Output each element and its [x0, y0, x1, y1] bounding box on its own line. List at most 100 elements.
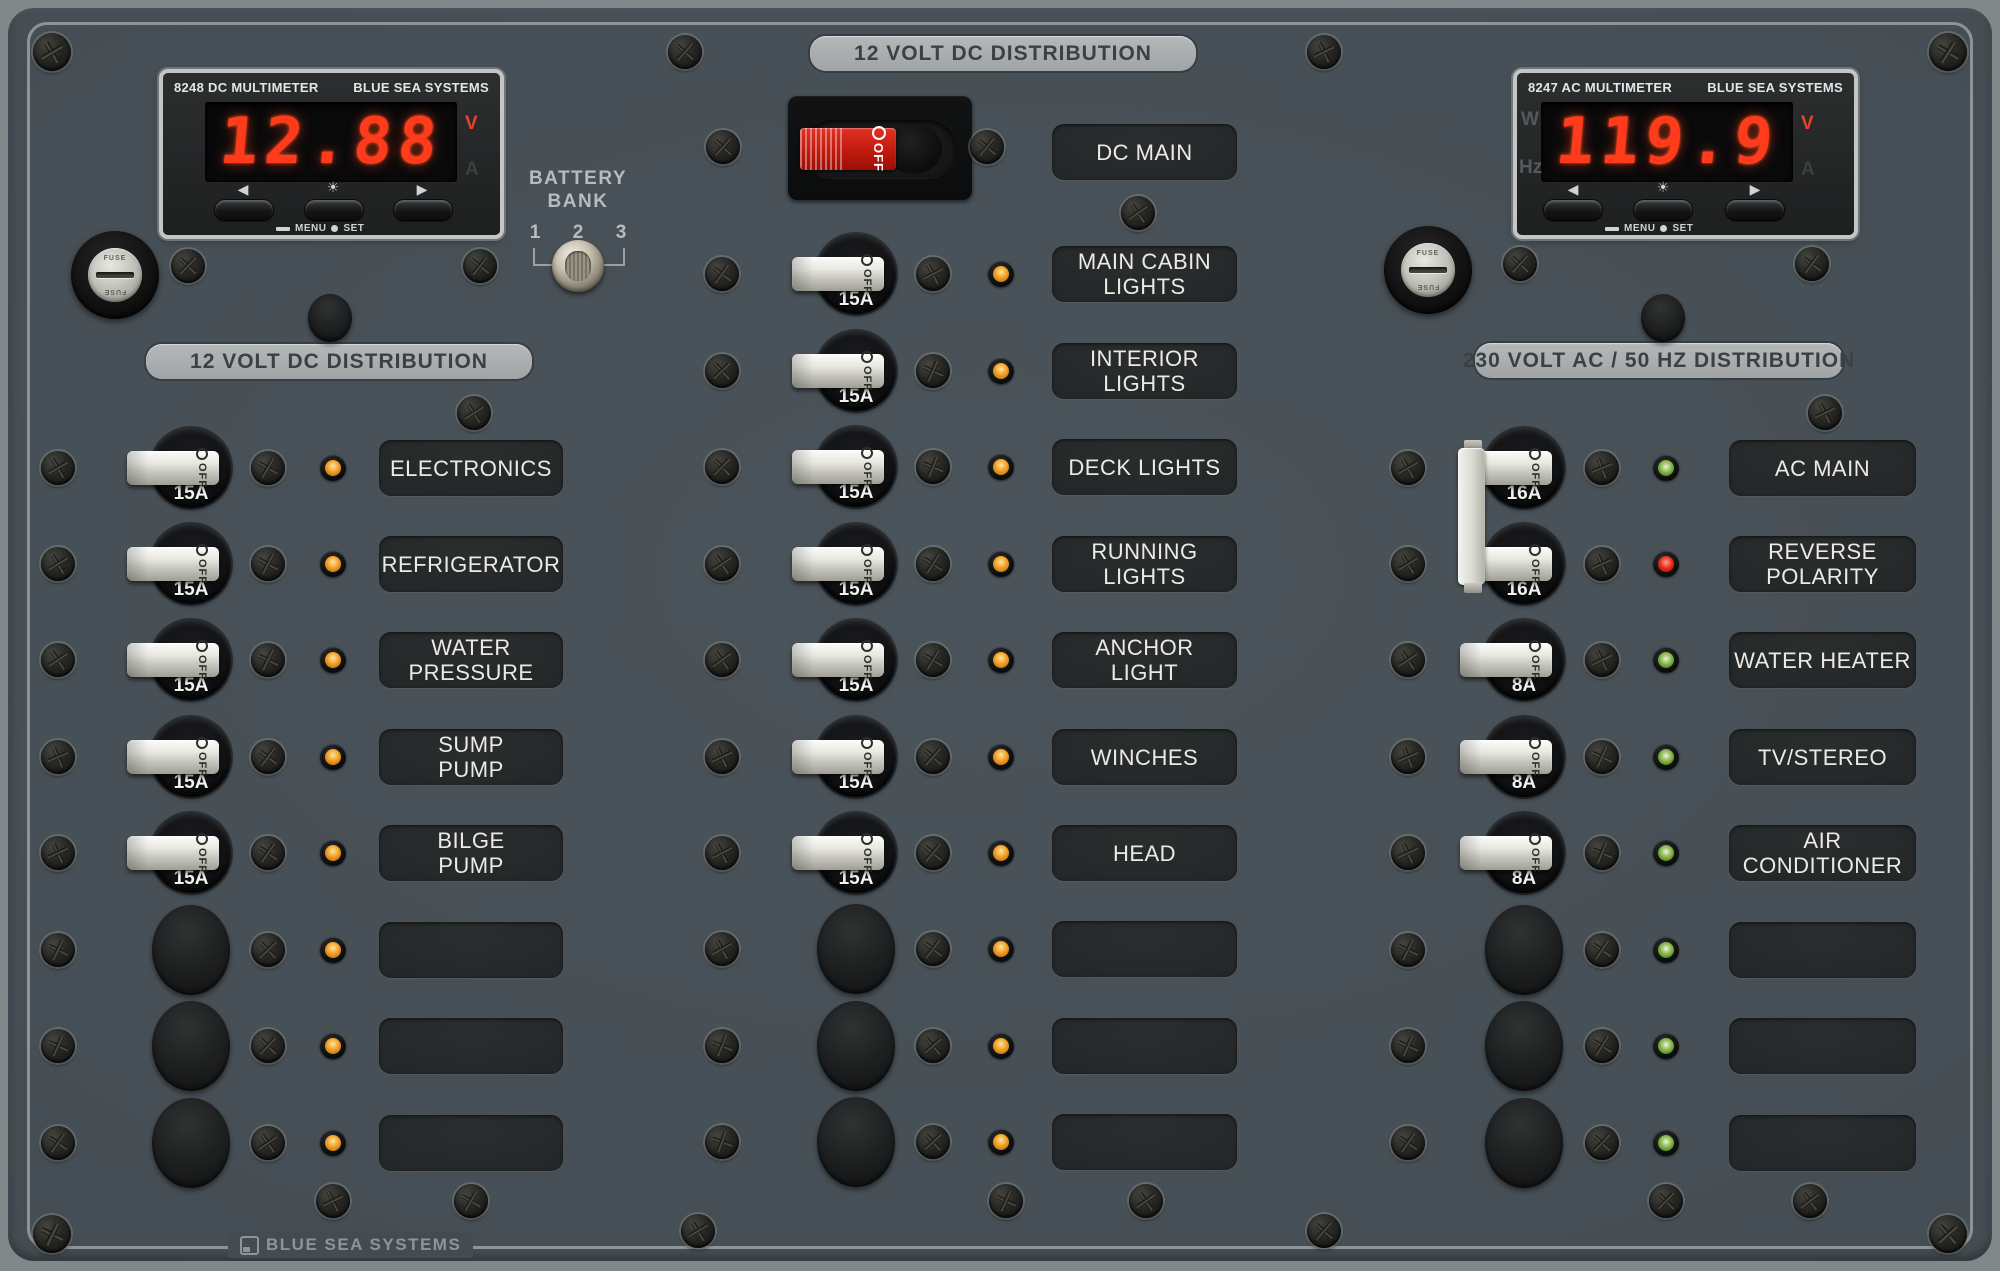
blank-breaker-dome [1485, 905, 1563, 995]
panel-screw [916, 1125, 950, 1159]
led-core [325, 652, 341, 668]
indicator-led-amber [320, 840, 346, 866]
breaker-amp-rating: 15A [151, 579, 231, 601]
led-core [1658, 460, 1674, 476]
indicator-led-amber [320, 455, 346, 481]
indicator-led-amber [988, 936, 1014, 962]
breaker-amp-rating: 15A [151, 483, 231, 505]
circuit-label: MAIN CABIN LIGHTS [1052, 246, 1237, 302]
breaker-toggle-lever[interactable]: OFF [792, 740, 884, 774]
indicator-led-amber [988, 261, 1014, 287]
led-core [993, 363, 1009, 379]
off-label: OFF [1529, 559, 1541, 584]
off-label: OFF [861, 752, 873, 777]
indicator-led-amber [988, 647, 1014, 673]
circuit-label: BILGE PUMP [379, 825, 563, 881]
blank-circuit-label [1052, 1018, 1237, 1074]
panel-screw [916, 740, 950, 774]
led-core [325, 556, 341, 572]
breaker-amp-rating: 15A [816, 482, 896, 504]
led-core [1658, 749, 1674, 765]
breaker-toggle-lever[interactable]: OFF [1460, 643, 1552, 677]
panel-screw [41, 740, 75, 774]
indicator-led-green [1653, 1033, 1679, 1059]
breaker-toggle-lever[interactable]: OFF [127, 836, 219, 870]
indicator-led-amber [320, 1130, 346, 1156]
panel-screw [41, 547, 75, 581]
breaker-toggle-lever[interactable]: OFF [127, 451, 219, 485]
off-label: OFF [861, 269, 873, 294]
indicator-led-green [1653, 455, 1679, 481]
panel-screw [33, 33, 71, 71]
panel-screw [1808, 396, 1842, 430]
circuit-label: REFRIGERATOR [379, 536, 563, 592]
led-core [325, 942, 341, 958]
breaker-off-marking: OFF [850, 838, 884, 868]
breaker-toggle-lever[interactable]: OFF [127, 740, 219, 774]
blank-breaker-dome [817, 1001, 895, 1091]
panel-screw [251, 1029, 285, 1063]
panel-screw [1585, 933, 1619, 967]
breaker-off-marking: OFF [1518, 742, 1552, 772]
off-label: OFF [196, 559, 208, 584]
off-ring-icon [196, 833, 208, 845]
breaker-toggle-lever[interactable]: OFF [792, 643, 884, 677]
blank-circuit-label [379, 922, 563, 978]
indicator-led-amber [988, 454, 1014, 480]
off-ring-icon [196, 737, 208, 749]
breaker-amp-rating: 15A [151, 772, 231, 794]
breaker-toggle-lever[interactable]: OFF [792, 836, 884, 870]
breaker-toggle-lever[interactable]: OFF [127, 643, 219, 677]
breaker-amp-rating: 8A [1484, 675, 1564, 697]
breaker-toggle-lever[interactable]: OFF [792, 450, 884, 484]
led-core [1658, 556, 1674, 572]
circuit-label: WINCHES [1052, 729, 1237, 785]
indicator-led-green [1653, 744, 1679, 770]
off-label: OFF [196, 848, 208, 873]
breaker-off-marking: OFF [850, 452, 884, 482]
led-core [993, 652, 1009, 668]
panel-screw [705, 450, 739, 484]
circuit-label: AC MAIN [1729, 440, 1916, 496]
panel-screw [33, 1215, 71, 1253]
circuit-label: INTERIOR LIGHTS [1052, 343, 1237, 399]
breaker-off-marking: OFF [850, 549, 884, 579]
breaker-off-marking: OFF [185, 453, 219, 483]
breaker-toggle-lever[interactable]: OFF [1460, 740, 1552, 774]
indicator-led-amber [988, 744, 1014, 770]
led-core [993, 1038, 1009, 1054]
led-core [1658, 845, 1674, 861]
panel-screw [251, 547, 285, 581]
breaker-off-marking: OFF [185, 549, 219, 579]
panel-screw [1585, 451, 1619, 485]
breaker-amp-rating: 16A [1484, 579, 1564, 601]
panel-screw [1585, 643, 1619, 677]
panel-screw [705, 354, 739, 388]
panel-screw [316, 1184, 350, 1218]
off-ring-icon [861, 737, 873, 749]
panel-screw [916, 450, 950, 484]
breaker-off-marking: OFF [185, 645, 219, 675]
off-label: OFF [1529, 752, 1541, 777]
panel-screw [705, 547, 739, 581]
indicator-led-green [1653, 1130, 1679, 1156]
panel-screw [916, 257, 950, 291]
indicator-led-amber [988, 1033, 1014, 1059]
off-ring-icon [1529, 448, 1541, 460]
breaker-amp-rating: 15A [816, 675, 896, 697]
breaker-toggle-lever[interactable]: OFF [127, 547, 219, 581]
breaker-toggle-lever[interactable]: OFF [792, 354, 884, 388]
off-label: OFF [861, 366, 873, 391]
circuit-label: TV/STEREO [1729, 729, 1916, 785]
panel-screw [171, 249, 205, 283]
panel-screw [916, 354, 950, 388]
breaker-toggle-lever[interactable]: OFF [792, 257, 884, 291]
ac-main-tie-bar[interactable] [1458, 448, 1485, 585]
breaker-toggle-lever[interactable]: OFF [792, 547, 884, 581]
indicator-led-amber [988, 840, 1014, 866]
off-ring-icon [1529, 640, 1541, 652]
blank-breaker-dome [1485, 1001, 1563, 1091]
breaker-toggle-lever[interactable]: OFF [1460, 836, 1552, 870]
led-core [325, 1038, 341, 1054]
tie-bar-clip [1464, 583, 1482, 593]
